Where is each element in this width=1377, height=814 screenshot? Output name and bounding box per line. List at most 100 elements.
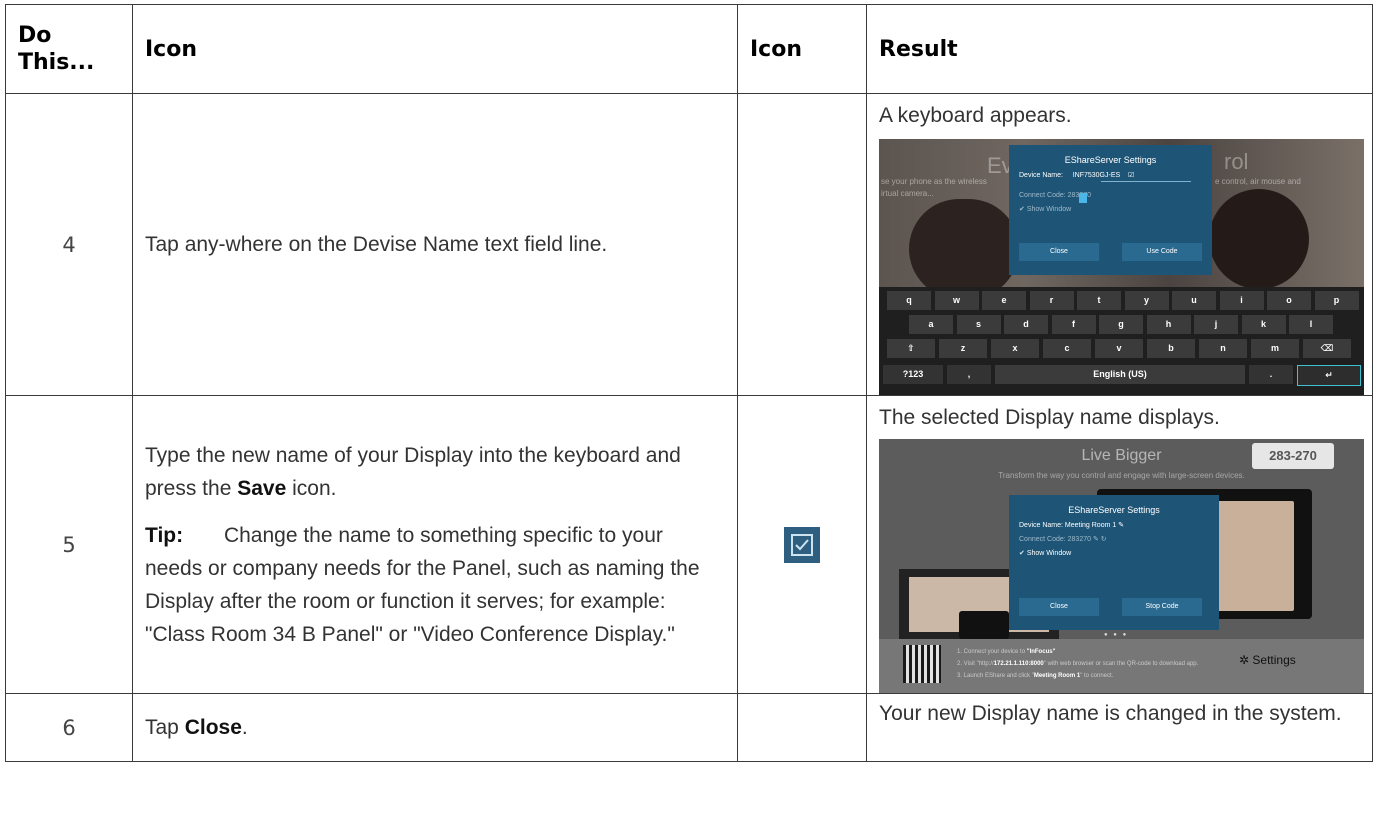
keyboard-key[interactable]: n: [1199, 339, 1247, 358]
keyboard-key[interactable]: ⇧: [887, 339, 935, 358]
on-screen-keyboard: qwertyuiop asdfghjkl ⇧ z x c v b n m ⌫ ?123, Engl…: [879, 287, 1364, 395]
keyboard-row: ?123, English (US). ↵: [879, 365, 1364, 386]
keyboard-key[interactable]: ?123: [883, 365, 943, 384]
step-result: Your new Display name is changed in the …: [866, 693, 1373, 762]
cursor-handle-icon[interactable]: [1079, 193, 1087, 203]
keyboard-key[interactable]: c: [1043, 339, 1091, 358]
connect-code-badge: 283-270: [1252, 443, 1334, 469]
header-icon: Icon: [132, 4, 738, 94]
child-silhouette: [1209, 189, 1309, 289]
tip-label: Tip:: [145, 523, 184, 547]
keyboard-key[interactable]: v: [1095, 339, 1143, 358]
keyboard-key[interactable]: b: [1147, 339, 1195, 358]
keyboard-key[interactable]: q: [887, 291, 931, 310]
keyboard-key[interactable]: o: [1267, 291, 1311, 310]
keyboard-key[interactable]: ⌫: [1303, 339, 1351, 358]
edit-icon[interactable]: ✎: [1118, 522, 1124, 529]
step-instruction: Type the new name of your Display into t…: [132, 395, 738, 694]
bg-subtext: irtual camera...: [881, 189, 934, 198]
result-text: The selected Display name displays.: [879, 406, 1220, 429]
step-result: A keyboard appears. Ev rol se your phone…: [866, 93, 1373, 396]
close-button[interactable]: Close: [1019, 243, 1099, 261]
dialog-title: EShareServer Settings: [1068, 505, 1160, 515]
keyboard-key[interactable]: g: [1099, 315, 1143, 334]
step-icon-cell: [737, 693, 867, 762]
header-do-this: Do This...: [5, 4, 133, 94]
save-keyword: Save: [237, 476, 287, 500]
save-checkbox-icon: [784, 526, 820, 563]
device-name-row: Device Name: Meeting Room 1 ✎: [1019, 522, 1125, 529]
keyboard-row: ⇧ z x c v b n m ⌫: [879, 339, 1364, 359]
keyboard-key[interactable]: w: [934, 291, 979, 310]
close-keyword: Close: [184, 716, 242, 739]
show-window-toggle[interactable]: ✔ Show Window: [1019, 549, 1219, 557]
tip-text: Change the name to something specific to…: [145, 523, 700, 646]
hero-subtitle: Transform the way you control and engage…: [998, 471, 1245, 480]
keyboard-key[interactable]: d: [1004, 315, 1048, 334]
step-instruction: Tap Close.: [132, 693, 738, 762]
step-number: 6: [5, 693, 133, 762]
table-row: 6 Tap Close. Your new Display name is ch…: [5, 693, 1373, 762]
bg-heading-right: rol: [1224, 149, 1249, 174]
dialog-title: EShareServer Settings: [1064, 155, 1157, 165]
result-text: A keyboard appears.: [879, 104, 1072, 127]
save-icon[interactable]: ☑: [1128, 172, 1134, 179]
keyboard-key[interactable]: i: [1219, 291, 1264, 310]
instruction-line: 2. Visit "http://172.21.1.110:8000" with…: [957, 661, 1199, 667]
step-icon-cell: [737, 395, 867, 694]
display-name-screenshot: Live Bigger Transform the way you contro…: [879, 439, 1364, 693]
eshare-settings-dialog: EShareServer Settings Device Name: Meeti…: [1009, 495, 1219, 630]
step-number: 4: [5, 93, 133, 396]
keyboard-key[interactable]: x: [991, 339, 1039, 358]
keyboard-key[interactable]: .: [1249, 365, 1293, 384]
table-row: 4 Tap any-where on the Devise Name text …: [5, 93, 1373, 396]
qr-code-image: [903, 645, 941, 683]
use-code-button[interactable]: Use Code: [1122, 243, 1202, 261]
keyboard-key[interactable]: k: [1241, 315, 1286, 334]
stop-code-button[interactable]: Stop Code: [1122, 598, 1202, 616]
eshare-settings-dialog: EShareServer Settings Device Name: INF75…: [1009, 145, 1212, 275]
instruction-line: 3. Launch EShare and click "Meeting Room…: [957, 673, 1114, 679]
instruction-table: Do This... Icon Icon Result 4 Tap any-wh…: [5, 4, 1373, 762]
refresh-icon[interactable]: ↻: [1101, 536, 1107, 543]
device-name-row[interactable]: Device Name: INF7530GJ-ES ☑: [1019, 171, 1212, 179]
keyboard-key[interactable]: u: [1172, 291, 1216, 310]
edit-icon[interactable]: ✎: [1093, 536, 1099, 543]
gear-icon: ✲: [1239, 653, 1250, 667]
settings-button[interactable]: ✲ Settings: [1239, 653, 1296, 667]
keyboard-key[interactable]: t: [1077, 291, 1121, 310]
keyboard-key[interactable]: l: [1289, 315, 1333, 334]
keyboard-key[interactable]: f: [1051, 315, 1096, 334]
close-button[interactable]: Close: [1019, 598, 1099, 616]
table-header-row: Do This... Icon Icon Result: [5, 4, 1373, 94]
keyboard-key[interactable]: s: [956, 315, 1001, 334]
bg-subtext: se your phone as the wireless: [881, 177, 987, 186]
result-text: Your new Display name is changed in the …: [879, 702, 1342, 725]
keyboard-key[interactable]: y: [1124, 291, 1169, 310]
show-window-toggle[interactable]: ✔ Show Window: [1019, 205, 1212, 213]
keyboard-key[interactable]: m: [1251, 339, 1299, 358]
keyboard-key[interactable]: p: [1314, 291, 1359, 310]
keyboard-key[interactable]: z: [939, 339, 987, 358]
keyboard-key[interactable]: j: [1194, 315, 1238, 334]
keyboard-key[interactable]: ,: [947, 365, 991, 384]
keyboard-screenshot: Ev rol se your phone as the wireless irt…: [879, 139, 1364, 395]
header-icon-2: Icon: [737, 4, 867, 94]
instruction-paragraph: Type the new name of your Display into t…: [145, 443, 681, 500]
keyboard-key[interactable]: e: [982, 291, 1026, 310]
device-name-value[interactable]: INF7530GJ-ES: [1073, 172, 1120, 179]
keyboard-key[interactable]: r: [1029, 291, 1074, 310]
keyboard-key[interactable]: a: [909, 315, 953, 334]
keyboard-key[interactable]: h: [1146, 315, 1191, 334]
step-number: 5: [5, 395, 133, 694]
phone-image: [959, 611, 1009, 639]
device-name-label: Device Name:: [1019, 172, 1063, 179]
page-indicator: ● ● ●: [1104, 632, 1129, 638]
step-icon-cell: [737, 93, 867, 396]
keyboard-key[interactable]: English (US): [995, 365, 1245, 384]
text-field-line[interactable]: [1101, 181, 1191, 182]
keyboard-row: qwertyuiop: [879, 291, 1364, 311]
keyboard-row: asdfghjkl: [879, 315, 1364, 335]
connect-code: Connect Code: 283270 ✎ ↻: [1019, 536, 1107, 543]
keyboard-key[interactable]: ↵: [1297, 365, 1361, 386]
